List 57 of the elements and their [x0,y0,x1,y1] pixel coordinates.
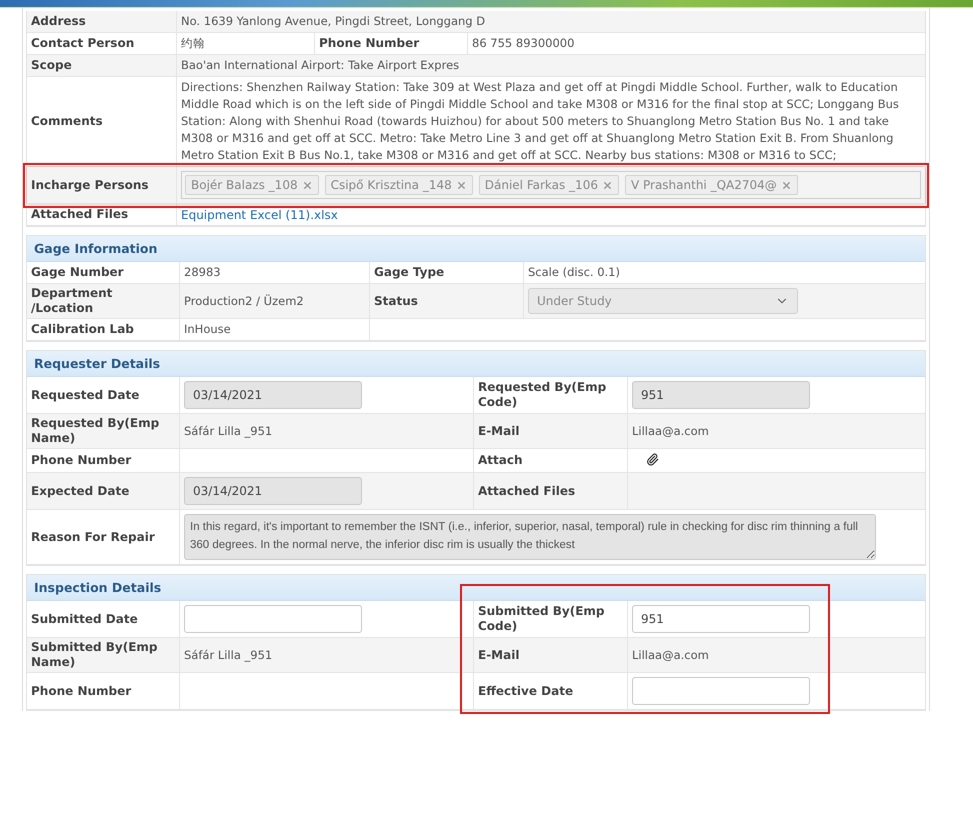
field-label: Requested Date [31,388,140,402]
field-value: 约翰 [181,35,205,52]
field-value: No. 1639 Yanlong Avenue, Pingdi Street, Longgang D [181,13,486,30]
field-label: Attached Files [478,484,576,498]
section-header: Inspection Details [27,575,925,601]
field-label: Scope [31,58,72,73]
field-label: Reason For Repair [31,530,155,544]
field-label: Department /Location [31,286,114,316]
field-label: E-Mail [478,648,520,662]
person-tag-field[interactable]: Bojér Balazs _108 Csipő Krisztina _148 Dániel Farkas _106 V Prashanthi _QA2704@ [181,171,921,199]
field-label: E-Mail [478,424,520,438]
field-label: Calibration Lab [31,322,134,337]
text-input[interactable] [632,677,810,705]
remove-icon[interactable] [456,180,467,190]
field-label: Gage Type [374,265,444,280]
field-value: Sáfár Lilla _951 [184,646,272,664]
person-tag[interactable]: Bojér Balazs _108 [185,175,319,195]
person-tag[interactable]: Dániel Farkas _106 [478,175,619,195]
field-value: 28983 [184,264,221,281]
field-label: Requested By(Emp Code) [478,380,608,410]
field-label: Address [31,14,86,29]
field-label: Requested By(Emp Name) [31,416,160,446]
field-value: 86 755 89300000 [472,35,574,52]
field-label: Phone Number [319,36,420,51]
file-link[interactable]: Equipment Excel (11).xlsx [181,208,338,222]
remove-icon[interactable] [602,180,613,190]
person-tag[interactable]: Csipő Krisztina _148 [324,175,473,195]
field-value: Sáfár Lilla _951 [184,422,272,440]
field-label: Gage Number [31,265,124,280]
field-label: Attached Files [31,207,128,222]
field-label: Attach [478,453,523,468]
field-label: Submitted Date [31,612,138,626]
section-header: Requester Details [27,351,925,377]
field-label: Submitted By(Emp Name) [31,640,159,670]
field-value: Lillaa@a.com [632,646,709,664]
remove-icon[interactable] [302,180,313,190]
field-value: Directions: Shenzhen Railway Station: Take 309 at West Plaza and get off at Pingdi Middle School. Further, walk to Education Middle Road which is on the left side of Pingdi Middle School and take M308 or M316 for the final stop at SCC; Longgang Bus Station: Along with Shenhui Road (towards Huizhou) for about 500 meters to Shuanglong Metro Station Bus No. 1 and take M308 or M316 and get off at SCC. Metro: Take Metro Line 3 and get off at Shuanglong Metro Station Exit B. From Shuanlong Metro Station Exit B Bus No.1, take M308 or M316 and get off at SCC. Nearby bus stations: M308 or M316 to SCC; [181,79,900,164]
field-label: Effective Date [478,684,574,698]
text-input[interactable]: 951 [632,605,810,633]
person-tag[interactable]: V Prashanthi _QA2704@ [624,175,798,195]
field-label: Submitted By(Emp Code) [478,604,606,634]
field-label: Expected Date [31,484,130,498]
section-header: Gage Information [27,236,925,262]
field-value: Bao'an International Airport: Take Airport Expres [181,57,460,74]
text-input[interactable] [184,605,362,633]
field-label: Comments [31,114,103,129]
field-value: Scale (disc. 0.1) [528,264,620,281]
field-label: Phone Number [31,684,132,698]
field-value: Production2 / Üzem2 [184,292,304,310]
remove-icon[interactable] [780,180,792,190]
field-label: Contact Person [31,36,134,51]
field-value: InHouse [184,321,231,338]
field-label: Phone Number [31,453,132,468]
paperclip-icon[interactable] [646,453,659,466]
field-value: Lillaa@a.com [632,422,709,440]
field-label: Status [374,294,418,308]
field-label: Incharge Persons [31,178,149,192]
